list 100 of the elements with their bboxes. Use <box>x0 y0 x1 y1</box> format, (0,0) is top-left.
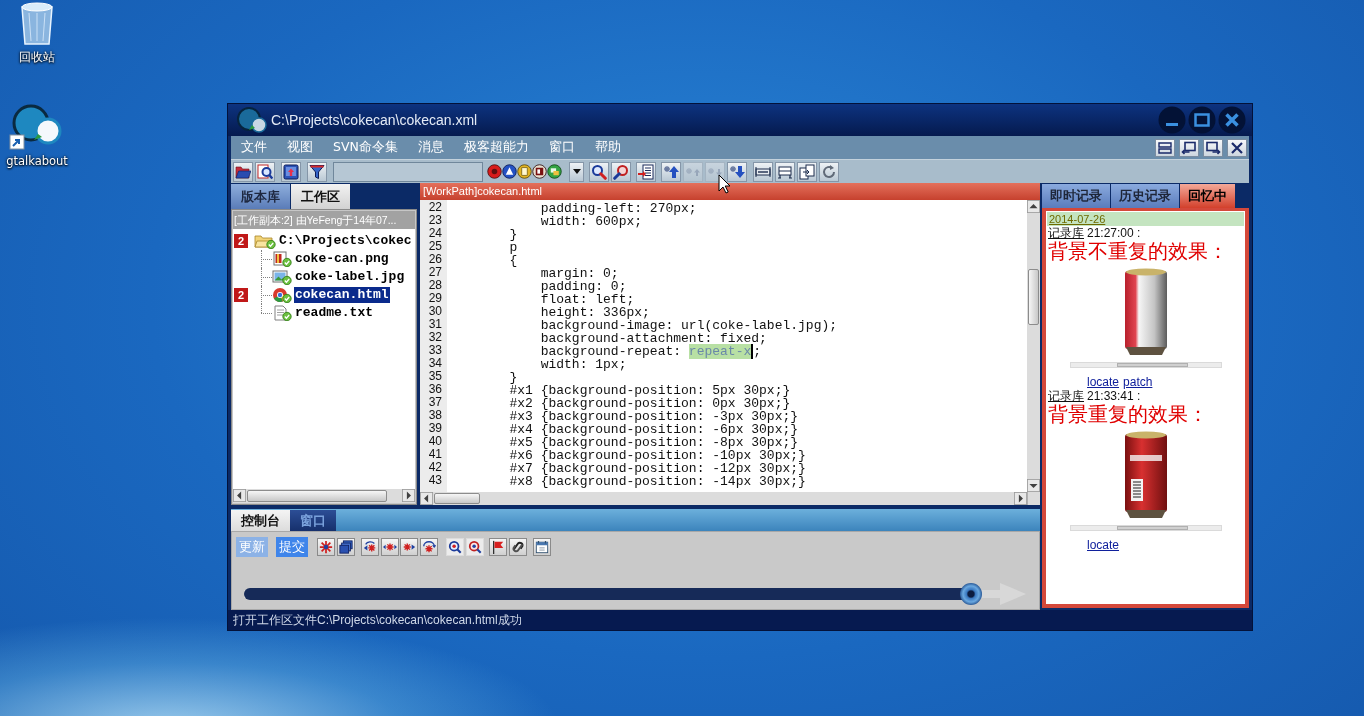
asterisk-icon <box>319 540 333 554</box>
console-tool-button[interactable] <box>317 538 335 556</box>
entry-time: 21:27:00 : <box>1087 226 1141 240</box>
toolbar-button[interactable] <box>727 161 747 182</box>
minimize-icon[interactable] <box>1158 106 1186 134</box>
toolbar-button[interactable] <box>636 161 656 182</box>
source-link[interactable]: 记录库 <box>1048 224 1084 242</box>
console-tool-button[interactable] <box>489 538 507 556</box>
scrollbar-thumb[interactable] <box>247 490 387 502</box>
magnifier-icon <box>613 163 629 180</box>
mouse-pointer-icon <box>718 174 731 194</box>
line-number: 34 <box>428 357 442 370</box>
toolbar-button[interactable] <box>569 161 584 182</box>
tab[interactable]: 工作区 <box>291 184 350 209</box>
console-tool-button[interactable] <box>361 538 379 556</box>
landscape-file-icon <box>272 269 292 285</box>
asterisk-up-arrow-icon <box>663 163 679 180</box>
toolbar-button[interactable] <box>661 161 681 182</box>
menu-item[interactable]: 视图 <box>287 139 313 156</box>
chain-icon <box>511 540 525 554</box>
panel-button[interactable] <box>1227 138 1247 157</box>
toolbar-button[interactable] <box>281 161 301 182</box>
panel-button[interactable] <box>1203 138 1223 157</box>
toolbar-button[interactable] <box>589 161 609 182</box>
vertical-scrollbar[interactable] <box>1027 200 1040 492</box>
link[interactable]: locate <box>1087 538 1120 552</box>
menu-item[interactable]: SVN命令集 <box>333 139 398 156</box>
scrollbar-thumb[interactable] <box>1116 526 1188 530</box>
toolbar-button[interactable] <box>611 161 631 182</box>
tree-item[interactable]: readme.txt <box>294 305 374 321</box>
circle-icon[interactable] <box>517 164 532 179</box>
toolbar-button[interactable] <box>233 161 253 182</box>
maximize-icon[interactable] <box>1188 106 1216 134</box>
desktop-icon-label[interactable]: gtalkabout <box>6 154 68 168</box>
magnifier-icon <box>448 540 462 554</box>
menu-item[interactable]: 帮助 <box>594 139 621 156</box>
scrollbar-corner <box>1027 492 1040 505</box>
toolbar-button[interactable] <box>307 161 327 182</box>
code-line: p <box>509 240 518 253</box>
toolbar-button[interactable] <box>775 161 795 182</box>
horizontal-scrollbar[interactable] <box>1069 525 1222 531</box>
panel-button[interactable] <box>1155 138 1175 157</box>
circle-icon[interactable] <box>547 164 562 179</box>
round-logo-file-icon <box>272 287 292 303</box>
scrollbar-thumb[interactable] <box>1028 269 1039 325</box>
console-tool-button[interactable] <box>337 538 355 556</box>
horizontal-scrollbar[interactable] <box>1069 362 1222 368</box>
menu-item[interactable]: 极客超能力 <box>463 139 529 156</box>
date-link[interactable]: 2014-07-26 <box>1049 213 1106 225</box>
toolbar-input-field[interactable] <box>333 161 483 182</box>
circle-icon[interactable] <box>502 164 517 179</box>
action-button[interactable]: 提交 <box>276 537 308 557</box>
horizontal-scrollbar[interactable] <box>420 492 1027 505</box>
toolbar-button[interactable] <box>753 161 773 182</box>
source-link[interactable]: 记录库 <box>1048 387 1084 405</box>
code-line: margin: 0; <box>540 266 619 279</box>
count-badge: 2 <box>234 288 248 302</box>
line-number: 22 <box>428 201 442 214</box>
tree-item[interactable]: cokecan.html <box>294 287 390 303</box>
tab[interactable]: 窗口 <box>290 510 336 531</box>
tree-item[interactable]: C:\Projects\cokec <box>278 233 413 249</box>
circle-icon[interactable] <box>487 164 502 179</box>
line-number: 28 <box>428 279 442 292</box>
code-line: background-attachment: fixed; <box>540 331 767 344</box>
stack-icon <box>339 540 353 554</box>
link[interactable]: locate <box>1087 375 1120 389</box>
scrollbar-thumb[interactable] <box>434 493 480 504</box>
panel-button[interactable] <box>1179 138 1199 157</box>
code-line: background-image: url(coke-label.jpg); <box>540 318 838 331</box>
line-number: 25 <box>428 240 442 253</box>
tab[interactable]: 回忆中 <box>1180 184 1235 208</box>
horizontal-scrollbar[interactable] <box>233 489 415 503</box>
tab[interactable]: 控制台 <box>231 510 290 531</box>
document-search-icon <box>257 163 273 180</box>
desktop-icon-label[interactable]: 回收站 <box>19 50 55 65</box>
menu-item[interactable]: 消息 <box>417 139 444 156</box>
close-icon[interactable] <box>1218 106 1246 134</box>
line-number: 41 <box>428 448 442 461</box>
tree-item[interactable]: coke-can.png <box>294 251 390 267</box>
console-tool-button[interactable] <box>420 538 438 556</box>
console-tool-button[interactable] <box>509 538 527 556</box>
tab[interactable]: 历史记录 <box>1111 184 1179 208</box>
menu-item[interactable]: 文件 <box>241 139 267 156</box>
tab[interactable]: 版本库 <box>231 184 290 209</box>
link[interactable]: patch <box>1123 375 1153 389</box>
console-tool-button[interactable] <box>533 538 551 556</box>
code-line: #x3 {background-position: -3px 30px;} <box>509 409 799 422</box>
code-line: padding-left: 270px; <box>540 201 697 214</box>
tree-item[interactable]: coke-label.jpg <box>294 269 406 285</box>
toolbar-button[interactable] <box>797 161 817 182</box>
circle-icon[interactable] <box>532 164 547 179</box>
scrollbar-thumb[interactable] <box>1116 363 1188 367</box>
folder-icon <box>254 233 276 249</box>
tab[interactable]: 即时记录 <box>1042 184 1110 208</box>
asterisk-left-arrow-icon <box>363 540 377 554</box>
asterisk-down-arrow-icon <box>729 163 745 180</box>
toolbar-button[interactable] <box>255 161 275 182</box>
slider-thumb[interactable] <box>960 583 983 605</box>
menu-item[interactable]: 窗口 <box>548 139 575 156</box>
code-line: width: 600px; <box>540 214 643 227</box>
